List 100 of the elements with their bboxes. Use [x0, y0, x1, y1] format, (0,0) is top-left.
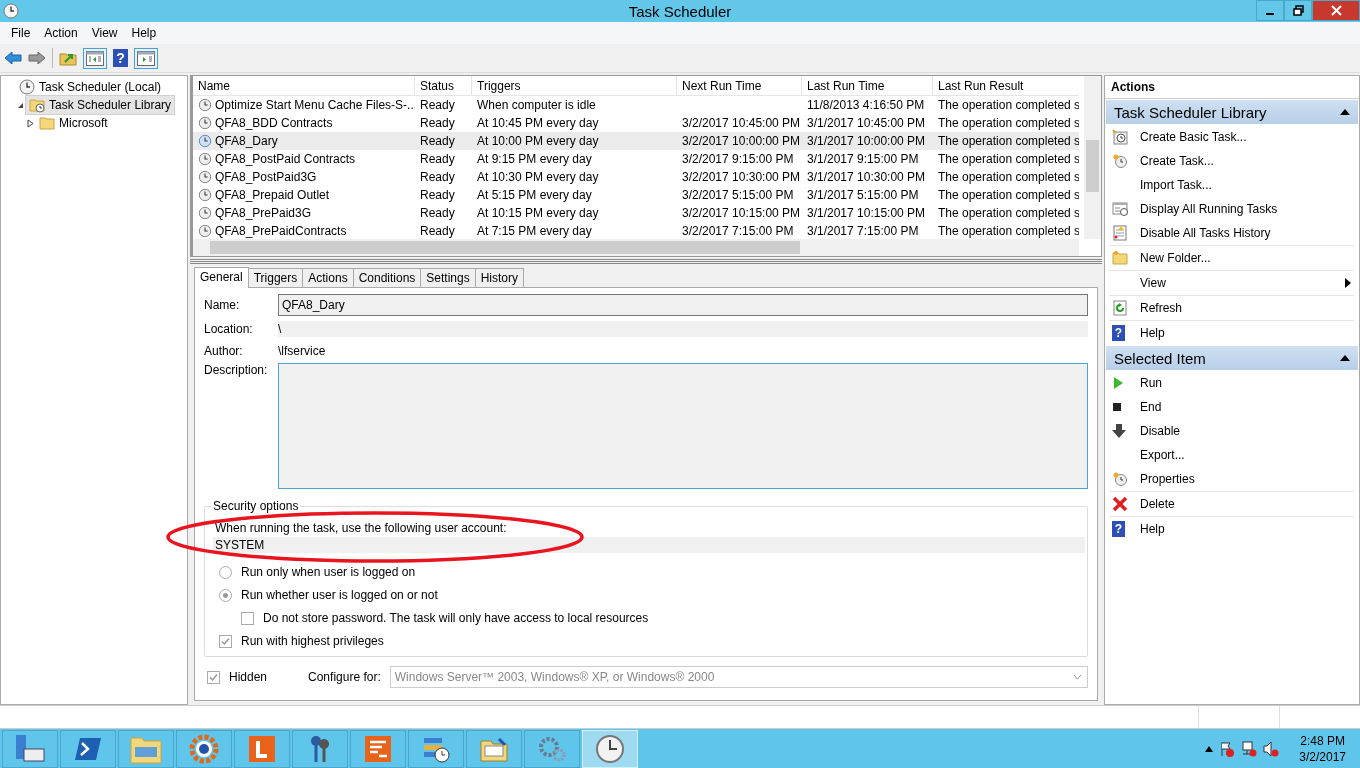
expanded-caret-icon[interactable]: [16, 101, 24, 109]
tree-item[interactable]: Task Scheduler Library: [25, 95, 176, 115]
description-field[interactable]: [278, 363, 1088, 489]
tab[interactable]: Settings: [420, 268, 476, 287]
vertical-scrollbar[interactable]: [1084, 76, 1101, 239]
option-label: Run whether user is logged on or not: [241, 588, 438, 602]
taskbar-button[interactable]: [2, 730, 58, 768]
section-header[interactable]: Task Scheduler Library: [1106, 100, 1358, 124]
column-header[interactable]: Next Run Time: [677, 76, 802, 95]
pane-command[interactable]: End: [1140, 400, 1162, 414]
pane-command[interactable]: Refresh: [1140, 301, 1183, 315]
taskbar-button[interactable]: [408, 730, 464, 768]
taskbar-button[interactable]: [350, 730, 406, 768]
table-cell: The operation completed s: [938, 116, 1079, 130]
table-cell: Ready: [420, 224, 455, 238]
taskbar-button[interactable]: [292, 730, 348, 768]
field-label: Configure for:: [308, 670, 381, 684]
gears-icon: [537, 735, 567, 763]
pane-command[interactable]: Help: [1140, 326, 1165, 340]
help-icon[interactable]: ?: [113, 49, 128, 67]
pane-command[interactable]: View: [1140, 276, 1166, 290]
table-cell: 3/2/2017 10:00:00 PM: [682, 134, 801, 148]
radio-button[interactable]: [219, 588, 232, 602]
taskbar-button[interactable]: [234, 730, 290, 768]
column-header[interactable]: Status: [415, 76, 472, 95]
pane-command[interactable]: Create Basic Task...: [1140, 130, 1247, 144]
menu-item[interactable]: View: [84, 24, 125, 42]
tree-item[interactable]: Microsoft: [35, 113, 112, 133]
table-cell: QFA8_Dary: [215, 134, 278, 148]
table-row[interactable]: QFA8_Prepaid Outlet Ready At 5:15 PM every day 3/2/2017 5:15:00 PM 3/1/2017 5:15:00 PM The operation completed s: [193, 186, 1079, 204]
close-button[interactable]: [1312, 0, 1360, 21]
collapsed-caret-icon[interactable]: [26, 118, 34, 128]
table-cell: The operation completed s: [938, 224, 1079, 238]
table-row[interactable]: QFA8_PrePaid3G Ready At 10:15 PM every day 3/2/2017 10:15:00 PM 3/1/2017 10:15:00 PM The operation completed s: [193, 204, 1079, 222]
table-cell: At 7:15 PM every day: [477, 224, 592, 238]
help-icon: ?: [1112, 521, 1125, 537]
table-row[interactable]: QFA8_PrePaidContracts Ready At 7:15 PM every day 3/2/2017 7:15:00 PM 3/1/2017 7:15:00 PM The operation completed s: [193, 222, 1079, 239]
pane-command[interactable]: Delete: [1140, 497, 1175, 511]
tab[interactable]: General: [194, 267, 249, 288]
app-logo-icon: [248, 735, 276, 763]
minimize-button[interactable]: [1256, 0, 1284, 21]
horizontal-scrollbar[interactable]: [193, 239, 1079, 256]
clock-icon: [198, 188, 212, 202]
folder-icon: [1112, 250, 1128, 266]
configure-dropdown[interactable]: Windows Server™ 2003, Windows® XP, or Windows® 2000: [389, 666, 1088, 688]
table-row[interactable]: QFA8_BDD Contracts Ready At 10:45 PM every day 3/2/2017 10:45:00 PM 3/1/2017 10:45:00 PM The operation completed s: [193, 114, 1079, 132]
table-row[interactable]: QFA8_Dary Ready At 10:00 PM every day 3/2/2017 10:00:00 PM 3/1/2017 10:00:00 PM The operation completed s: [193, 132, 1079, 150]
folder-icon: [130, 734, 162, 764]
pane-command[interactable]: Run: [1140, 376, 1162, 390]
table-cell: QFA8_PostPaid3G: [215, 170, 317, 184]
checkbox[interactable]: [219, 634, 232, 648]
checkbox[interactable]: [241, 611, 254, 625]
dropdown-caret-icon: [1073, 674, 1082, 680]
pane-toggle-button[interactable]: [83, 47, 107, 69]
pane-command[interactable]: Help: [1140, 522, 1165, 536]
pane-command[interactable]: Properties: [1140, 472, 1195, 486]
stop-icon: [1112, 402, 1122, 412]
table-cell: 11/8/2013 4:16:50 PM: [807, 98, 925, 112]
back-arrow-icon[interactable]: [4, 49, 22, 67]
down-arrow-icon: [1112, 424, 1126, 438]
name-field[interactable]: QFA8_Dary: [278, 294, 1088, 316]
window-clock-icon: [1112, 201, 1128, 217]
column-header[interactable]: Name: [193, 76, 415, 95]
forward-arrow-icon[interactable]: [28, 49, 46, 67]
pane-command[interactable]: Disable All Tasks History: [1140, 226, 1271, 240]
checkbox[interactable]: [207, 670, 220, 684]
action-pane-toggle-button[interactable]: [134, 47, 158, 69]
taskbar-button[interactable]: [60, 730, 116, 768]
pane-command[interactable]: Disable: [1140, 424, 1181, 438]
radio-button[interactable]: [219, 565, 232, 579]
pane-command[interactable]: Create Task...: [1140, 154, 1214, 168]
restore-button[interactable]: [1284, 0, 1312, 21]
clock-icon: [198, 224, 212, 238]
column-header[interactable]: Last Run Time: [802, 76, 933, 95]
option-label: Do not store password. The task will only have access to local resources: [263, 611, 649, 625]
taskbar-button[interactable]: [176, 730, 232, 768]
network-error-icon[interactable]: [1241, 741, 1258, 757]
speaker-muted-icon[interactable]: [1263, 741, 1280, 757]
menu-item[interactable]: Help: [124, 24, 164, 42]
tab[interactable]: History: [474, 268, 525, 287]
table-cell: QFA8_PrePaidContracts: [215, 224, 347, 238]
table-row[interactable]: QFA8_PostPaid3G Ready At 10:30 PM every day 3/2/2017 10:30:00 PM 3/1/2017 10:30:00 PM The operation completed s: [193, 168, 1079, 186]
table-cell: 3/2/2017 7:15:00 PM: [682, 224, 794, 238]
table-row[interactable]: Optimize Start Menu Cache Files-S-... Ready When computer is idle 11/8/2013 4:16:50 PM The operation completed s: [193, 96, 1079, 114]
table-cell: 3/1/2017 10:45:00 PM: [807, 116, 926, 130]
menu-item[interactable]: File: [4, 24, 38, 42]
table-row[interactable]: QFA8_PostPaid Contracts Ready At 9:15 PM every day 3/2/2017 9:15:00 PM 3/1/2017 9:15:00 PM The operation completed s: [193, 150, 1079, 168]
column-header[interactable]: Triggers: [472, 76, 677, 95]
tray-overflow-icon[interactable]: [1205, 746, 1214, 752]
pane-command[interactable]: Export...: [1140, 448, 1185, 462]
pane-command[interactable]: Display All Running Tasks: [1140, 202, 1278, 216]
tree-item[interactable]: Task Scheduler (Local): [15, 77, 166, 97]
section-header[interactable]: Selected Item: [1106, 346, 1358, 370]
pane-command[interactable]: Import Task...: [1140, 178, 1212, 192]
pane-command[interactable]: New Folder...: [1140, 251, 1211, 265]
clock-icon: [198, 98, 212, 112]
tab[interactable]: Triggers: [247, 268, 304, 287]
flag-error-icon[interactable]: [1219, 741, 1236, 757]
taskbar-clock[interactable]: 2:48 PM 3/2/2017: [1299, 733, 1346, 765]
menu-item[interactable]: Action: [37, 24, 85, 42]
